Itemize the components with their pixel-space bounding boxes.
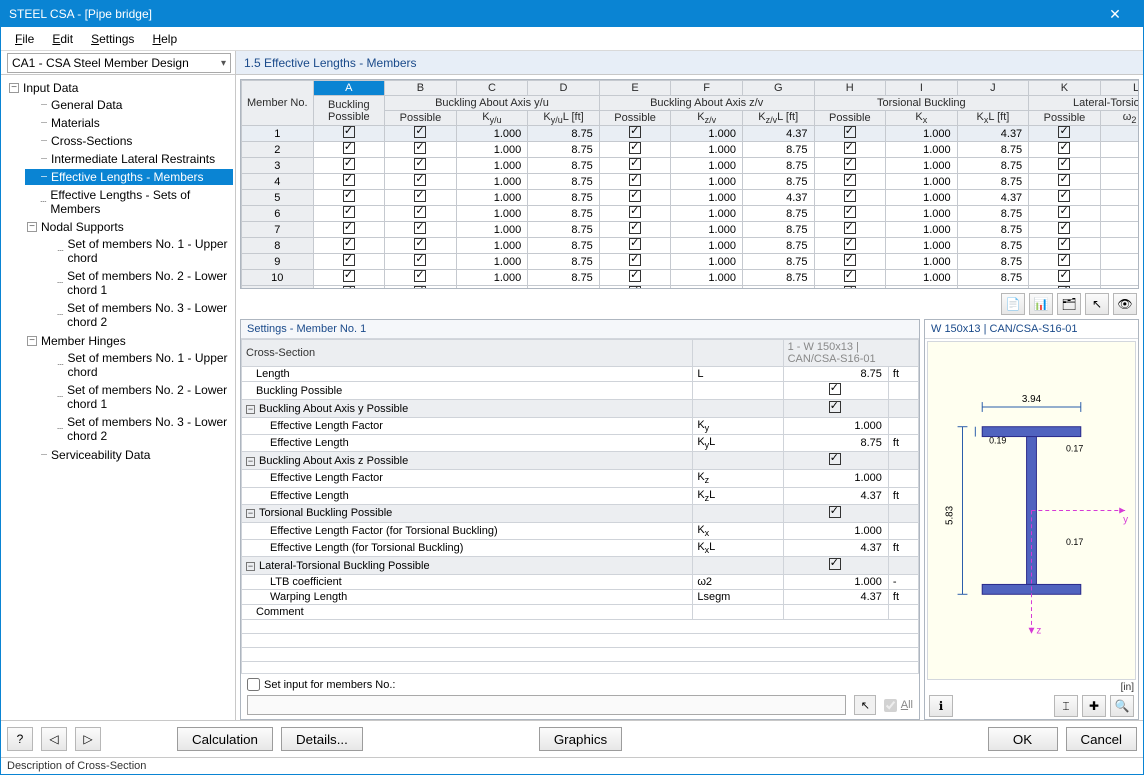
tree-n2[interactable]: Set of members No. 2 - Lower chord 1 <box>67 269 231 297</box>
page-title: 1.5 Effective Lengths - Members <box>235 51 1143 74</box>
expand-icon[interactable]: − <box>27 336 37 346</box>
cross-section-view: W 150x13 | CAN/CSA-S16-01 3.94 <box>924 319 1139 720</box>
select-icon[interactable]: 🗂 <box>1057 293 1081 315</box>
section-mode-icon[interactable]: ⌶ <box>1054 695 1078 717</box>
header-row: CA1 - CSA Steel Member Design ▾ 1.5 Effe… <box>1 51 1143 75</box>
svg-text:z: z <box>1036 626 1041 637</box>
window: STEEL CSA - [Pipe bridge] ✕ File Edit Se… <box>0 0 1144 775</box>
set-input-check[interactable]: Set input for members No.: <box>247 678 913 691</box>
tree-h1[interactable]: Set of members No. 1 - Upper chord <box>67 351 231 379</box>
table-row[interactable]: 41.0008.751.0008.751.0008.751.0008.75 <box>242 174 1139 190</box>
table-row[interactable]: 61.0008.751.0008.751.0008.751.0008.75 <box>242 206 1139 222</box>
axes-icon[interactable]: ✚ <box>1082 695 1106 717</box>
expand-icon[interactable]: − <box>9 83 19 93</box>
pick-icon[interactable]: ↖ <box>1085 293 1109 315</box>
chevron-down-icon: ▾ <box>221 58 226 69</box>
tree-materials[interactable]: Materials <box>51 116 100 130</box>
menu-settings[interactable]: Settings <box>83 30 142 48</box>
table-row[interactable]: 81.0008.751.0008.751.0008.751.0008.75 <box>242 238 1139 254</box>
tree-service[interactable]: Serviceability Data <box>51 448 150 462</box>
ok-button[interactable]: OK <box>988 727 1058 751</box>
tree-cross[interactable]: Cross-Sections <box>51 134 132 148</box>
expand-icon[interactable]: − <box>27 222 37 232</box>
table-row[interactable]: 51.0008.751.0004.371.0004.371.0004.37 <box>242 190 1139 206</box>
settings-panel: Settings - Member No. 1 Cross-Section1 -… <box>240 319 920 720</box>
calculation-button[interactable]: Calculation <box>177 727 273 751</box>
section-diagram: 3.94 5.83 <box>928 342 1135 679</box>
zoom-icon[interactable]: 🔍 <box>1110 695 1134 717</box>
case-selector-label: CA1 - CSA Steel Member Design <box>12 56 189 70</box>
set-input-checkbox[interactable] <box>247 678 260 691</box>
tree-input-data: Input Data <box>23 81 78 95</box>
tree-ilr[interactable]: Intermediate Lateral Restraints <box>51 152 215 166</box>
info-icon[interactable]: ℹ <box>929 695 953 717</box>
help-icon[interactable]: ? <box>7 727 33 751</box>
unit-label: [in] <box>925 682 1138 693</box>
tree-general[interactable]: General Data <box>51 98 122 112</box>
cross-section-title: W 150x13 | CAN/CSA-S16-01 <box>925 320 1138 339</box>
settings-title: Settings - Member No. 1 <box>241 320 919 339</box>
tree-n1[interactable]: Set of members No. 1 - Upper chord <box>67 237 231 265</box>
properties-table[interactable]: Cross-Section1 - W 150x13 | CAN/CSA-S16-… <box>241 339 919 673</box>
window-title: STEEL CSA - [Pipe bridge] <box>9 7 152 21</box>
pick-members-icon[interactable]: ↖ <box>854 695 876 715</box>
table-row[interactable]: 11.0008.751.0004.371.0004.371.0004.37 <box>242 126 1139 142</box>
excel-icon[interactable]: 📊 <box>1029 293 1053 315</box>
check-icon[interactable] <box>829 383 841 395</box>
next-page-icon[interactable]: ▷ <box>75 727 101 751</box>
table-row[interactable]: 91.0008.751.0008.751.0008.751.0008.75 <box>242 254 1139 270</box>
table-row[interactable]: 101.0008.751.0008.751.0008.751.0008.75 <box>242 270 1139 286</box>
menu-file[interactable]: File <box>7 30 42 48</box>
all-checkbox <box>884 699 897 712</box>
tree-n3[interactable]: Set of members No. 3 - Lower chord 2 <box>67 301 231 329</box>
svg-text:0.17: 0.17 <box>1066 443 1083 453</box>
table-row[interactable]: 31.0008.751.0008.751.0008.751.0008.75 <box>242 158 1139 174</box>
close-icon[interactable]: ✕ <box>1095 6 1135 23</box>
tree-elm[interactable]: Effective Lengths - Members <box>51 170 204 184</box>
menu-help[interactable]: Help <box>144 30 185 48</box>
table-row[interactable]: 21.0008.751.0008.751.0008.751.0008.75 <box>242 142 1139 158</box>
graphics-button[interactable]: Graphics <box>539 727 622 751</box>
tree-h2[interactable]: Set of members No. 2 - Lower chord 1 <box>67 383 231 411</box>
tree-hinges[interactable]: Member Hinges <box>41 334 126 348</box>
eye-icon[interactable]: 👁 <box>1113 293 1137 315</box>
svg-text:0.19: 0.19 <box>989 435 1006 445</box>
grid-toolbar: 📄 📊 🗂 ↖ 👁 <box>240 289 1139 319</box>
tree-h3[interactable]: Set of members No. 3 - Lower chord 2 <box>67 415 231 443</box>
tree-elsm[interactable]: Effective Lengths - Sets of Members <box>50 188 231 216</box>
export-icon[interactable]: 📄 <box>1001 293 1025 315</box>
nav-tree[interactable]: −Input Data ┄General Data ┄Materials ┄Cr… <box>1 75 236 720</box>
svg-text:0.17: 0.17 <box>1066 537 1083 547</box>
case-selector[interactable]: CA1 - CSA Steel Member Design ▾ <box>7 53 231 73</box>
members-grid[interactable]: Member No.ABCDEFGHIJKLMNBuckling Possibl… <box>240 79 1139 289</box>
svg-text:3.94: 3.94 <box>1022 394 1042 405</box>
prev-page-icon[interactable]: ◁ <box>41 727 67 751</box>
members-input[interactable] <box>247 695 846 715</box>
cancel-button[interactable]: Cancel <box>1066 727 1138 751</box>
bottom-toolbar: ? ◁ ▷ Calculation Details... Graphics OK… <box>1 720 1143 757</box>
table-row[interactable]: 111.0008.751.0008.751.0008.751.0008.75 <box>242 286 1139 288</box>
menubar: File Edit Settings Help <box>1 27 1143 51</box>
svg-text:y: y <box>1123 514 1128 525</box>
titlebar: STEEL CSA - [Pipe bridge] ✕ <box>1 1 1143 27</box>
table-row[interactable]: 71.0008.751.0008.751.0008.751.0008.75 <box>242 222 1139 238</box>
status-bar: Description of Cross-Section <box>1 757 1143 774</box>
tree-nodal[interactable]: Nodal Supports <box>41 220 124 234</box>
details-button[interactable]: Details... <box>281 727 363 751</box>
svg-text:5.83: 5.83 <box>945 505 956 525</box>
menu-edit[interactable]: Edit <box>44 30 81 48</box>
